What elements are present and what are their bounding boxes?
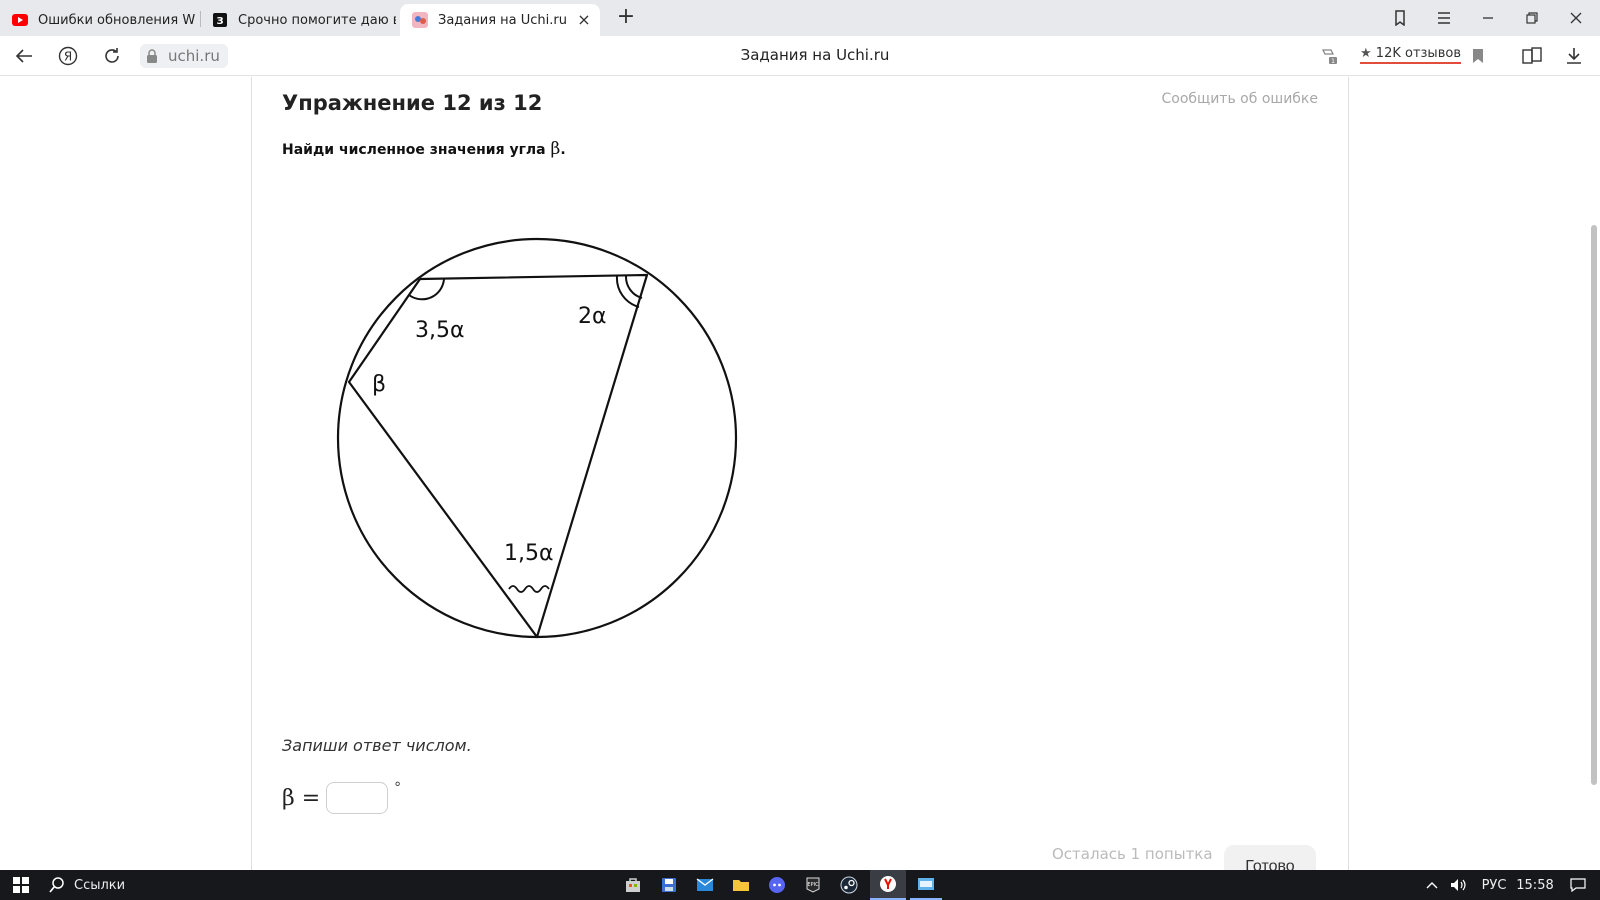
minimize-icon[interactable] — [1476, 6, 1500, 30]
bookmark-icon[interactable] — [1466, 44, 1490, 68]
task-symbol: β — [550, 139, 561, 159]
angle-label-left: β — [372, 372, 386, 397]
volume-icon[interactable] — [1448, 870, 1470, 900]
triangle-sides — [347, 273, 649, 639]
youtube-icon — [12, 12, 28, 28]
angle-label-bottom: 1,5α — [504, 541, 554, 566]
svg-text:З: З — [216, 16, 223, 27]
language-indicator[interactable]: РУС — [1478, 870, 1510, 900]
windows-start-icon[interactable] — [6, 870, 36, 900]
collections-icon[interactable] — [1520, 44, 1544, 68]
tab-uchi[interactable]: Задания на Uchi.ru × — [400, 4, 600, 36]
page-content: Упражнение 12 из 12 Сообщить об ошибке Н… — [0, 77, 1600, 870]
tab-label: Задания на Uchi.ru — [438, 12, 567, 28]
mail-icon[interactable] — [690, 870, 720, 900]
new-tab-button[interactable]: + — [614, 6, 638, 30]
task-text-end: . — [560, 142, 566, 158]
tab-label: Срочно помогите даю все — [238, 12, 396, 28]
search-icon[interactable] — [44, 870, 70, 900]
tab-znanija[interactable]: З Срочно помогите даю все — [200, 4, 396, 36]
tab-label: Ошибки обновления Win — [38, 12, 196, 28]
steam-icon[interactable] — [834, 870, 864, 900]
bookmarks-panel-icon[interactable] — [1388, 6, 1412, 30]
uchi-icon — [412, 12, 428, 28]
app-window-icon[interactable] — [910, 870, 942, 900]
angle-label-top-left: 3,5α — [415, 318, 465, 343]
reviews-label: 12K отзывов — [1375, 46, 1461, 61]
exercise-title: Упражнение 12 из 12 — [282, 91, 543, 115]
angle-arc-top-right-outer — [615, 275, 640, 308]
scrollbar-thumb[interactable] — [1591, 225, 1597, 785]
answer-row: β = ° — [282, 780, 402, 814]
exercise-card: Упражнение 12 из 12 Сообщить об ошибке Н… — [251, 77, 1349, 870]
circumcircle — [336, 237, 738, 639]
yandex-browser-taskbar-icon[interactable] — [870, 870, 906, 900]
done-button[interactable]: Готово — [1224, 845, 1316, 870]
answer-prefix: β = — [282, 785, 321, 811]
menu-icon[interactable] — [1432, 6, 1456, 30]
geometry-figure: 3,5α 2α β 1,5α — [332, 237, 752, 657]
angle-arc-top-right-inner — [624, 275, 643, 299]
tab-strip: Ошибки обновления Win З Срочно помогите … — [0, 0, 1600, 36]
tab-youtube[interactable]: Ошибки обновления Win — [0, 4, 196, 36]
task-text: Найди численное значения угла β. — [282, 139, 566, 159]
angle-arc-bottom — [508, 585, 550, 593]
store-icon[interactable] — [618, 870, 648, 900]
znanija-icon: З — [212, 12, 228, 28]
reviews-button[interactable]: ★ 12K отзывов — [1360, 46, 1461, 64]
save-app-icon[interactable] — [654, 870, 684, 900]
address-bar: Я uchi.ru Задания на Uchi.ru 1 ★ 12K отз… — [0, 36, 1600, 76]
discord-icon[interactable] — [762, 870, 792, 900]
chevron-up-icon[interactable] — [1422, 870, 1442, 900]
language-label: РУС — [1481, 877, 1507, 893]
restore-icon[interactable] — [1520, 6, 1544, 30]
clock-time: 15:58 — [1516, 877, 1554, 893]
star-icon: ★ — [1360, 46, 1372, 61]
protect-icon[interactable]: 1 — [1318, 44, 1342, 68]
windows-taskbar: Ссылки EPIC РУС 15:58 — [0, 870, 1600, 900]
task-text-main: Найди численное значения угла — [282, 142, 551, 158]
svg-text:1: 1 — [1331, 58, 1335, 65]
report-error-link[interactable]: Сообщить об ошибке — [1161, 91, 1318, 107]
epic-games-icon[interactable]: EPIC — [798, 870, 828, 900]
answer-input[interactable] — [326, 782, 389, 814]
clock[interactable]: 15:58 — [1512, 870, 1558, 900]
degree-sign: ° — [394, 780, 402, 796]
scrollbar[interactable] — [1589, 77, 1600, 870]
links-toolbar[interactable]: Ссылки — [74, 870, 134, 900]
download-icon[interactable] — [1562, 44, 1586, 68]
file-explorer-icon[interactable] — [726, 870, 756, 900]
angle-label-top-right: 2α — [578, 304, 607, 329]
close-tab-icon[interactable]: × — [576, 12, 592, 28]
answer-hint: Запиши ответ числом. — [282, 736, 472, 755]
close-window-icon[interactable] — [1564, 6, 1588, 30]
notifications-icon[interactable] — [1562, 870, 1594, 900]
links-label: Ссылки — [74, 877, 126, 893]
svg-text:EPIC: EPIC — [807, 882, 819, 888]
attempts-left: Осталась 1 попытка — [1052, 845, 1213, 863]
